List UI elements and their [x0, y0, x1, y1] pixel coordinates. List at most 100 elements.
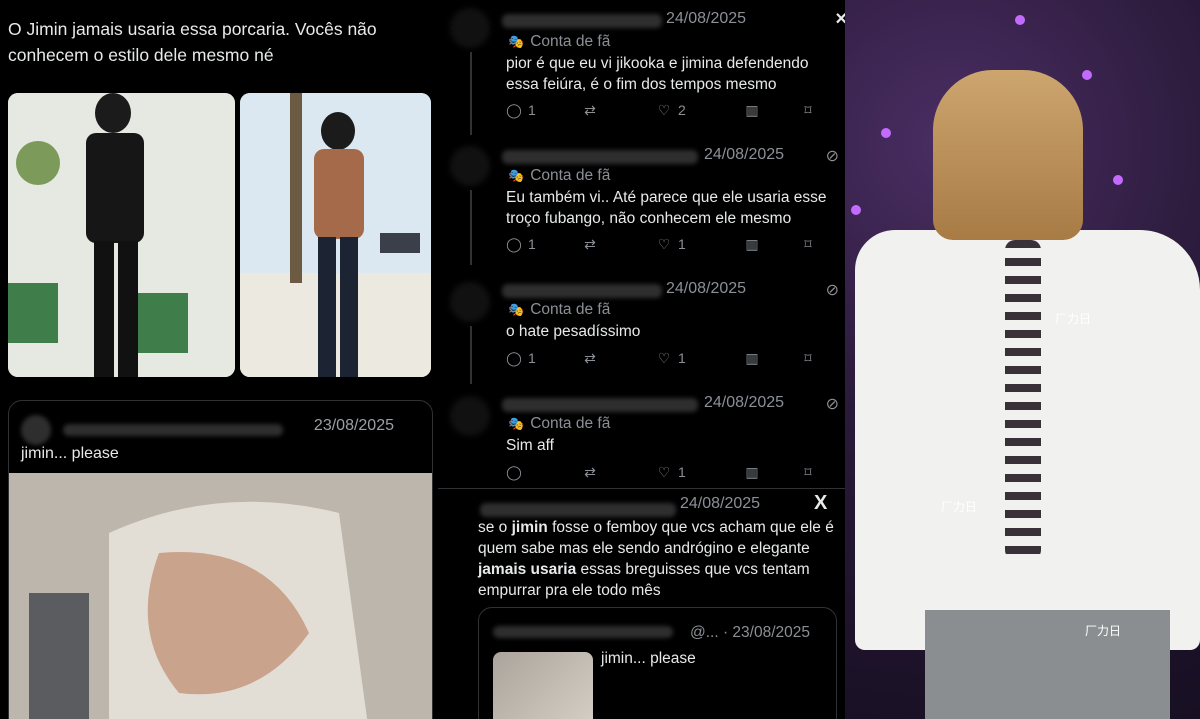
retweet-button[interactable]: ⇄: [582, 102, 604, 119]
shirt-slashed-back: [1005, 240, 1041, 560]
thread-line: [470, 326, 472, 384]
retweet-icon: ⇄: [584, 464, 596, 480]
views-icon: ▥: [745, 102, 759, 118]
mask-icon: 🎭: [508, 302, 525, 317]
embed-photo-thumbnail[interactable]: [493, 652, 593, 719]
concert-photo-panel: 厂力日 厂力日 厂力日: [845, 0, 1200, 719]
stage-light: [1082, 70, 1092, 80]
tweet-text: pior é que eu vi jikooka e jimina defend…: [506, 55, 809, 93]
author-blurred: [493, 626, 673, 638]
tweet-text: Eu também vi.. Até parece que ele usaria…: [506, 189, 827, 227]
bookmark-button[interactable]: ⌑: [800, 464, 822, 481]
like-button[interactable]: ♡ 1: [656, 464, 686, 481]
embedded-quoted-tweet[interactable]: @... · 23/08/2025 jimin... please: [478, 607, 837, 719]
retweet-button[interactable]: ⇄: [582, 464, 604, 481]
author-blurred: [480, 503, 676, 517]
mask-icon: 🎭: [508, 34, 525, 49]
quoted-tweet-card[interactable]: 23/08/2025 jimin... please: [8, 400, 433, 719]
views-button[interactable]: ▥: [744, 236, 766, 253]
tweet-actions: ◯ 1 ⇄ ♡ 1 ▥ ⌑: [506, 236, 845, 256]
retweet-icon: ⇄: [584, 102, 596, 118]
quoted-date: 23/08/2025: [313, 417, 394, 434]
bookmark-button[interactable]: ⌑: [800, 102, 822, 119]
avatar[interactable]: [450, 8, 490, 48]
photo-jimin-black-outfit[interactable]: [8, 93, 235, 377]
views-button[interactable]: ▥: [744, 102, 766, 119]
tweet-actions: ◯ ⇄ ♡ 1 ▥ ⌑: [506, 464, 845, 484]
embed-date: @... · 23/08/2025: [689, 624, 810, 641]
fan-account-label: 🎭 Conta de fã: [508, 167, 611, 184]
tweet-text: Sim aff: [506, 437, 554, 454]
grok-icon[interactable]: ⊘: [826, 394, 839, 414]
like-button[interactable]: ♡ 2: [656, 102, 686, 119]
bookmark-icon: ⌑: [804, 102, 812, 118]
left-screenshot-panel: O Jimin jamais usaria essa porcaria. Voc…: [0, 0, 438, 719]
reply-button[interactable]: ◯: [506, 464, 528, 481]
reply-tweet[interactable]: 24/08/2025 ⊘ 🎭 Conta de fã Sim aff ◯ ⇄ ♡ 1…: [438, 388, 845, 488]
tweet-date: 24/08/2025: [704, 146, 785, 163]
thread-line: [470, 190, 472, 265]
watermark: 厂力日: [1085, 624, 1122, 638]
author-blurred: [502, 150, 698, 164]
like-button[interactable]: ♡ 1: [656, 350, 686, 367]
thread-line: [470, 52, 472, 135]
retweet-button[interactable]: ⇄: [582, 236, 604, 253]
grey-pants: [925, 610, 1170, 719]
tweet-text: o hate pesadíssimo: [506, 323, 641, 340]
heart-icon: ♡: [657, 236, 671, 252]
reply-tweet[interactable]: 24/08/2025 ⊘ 🎭 Conta de fã Eu também vi..…: [438, 140, 845, 265]
avatar[interactable]: [450, 396, 490, 436]
bookmark-button[interactable]: ⌑: [800, 350, 822, 367]
reply-button[interactable]: ◯ 1: [506, 236, 536, 253]
stage-light: [851, 205, 861, 215]
author-blurred: [502, 398, 698, 412]
avatar[interactable]: [450, 282, 490, 322]
stage-light: [1015, 15, 1025, 25]
tweet-date: 24/08/2025: [666, 280, 747, 297]
x-logo-icon: X: [814, 492, 828, 514]
reply-tweet[interactable]: 24/08/2025 × 🎭 Conta de fã pior é que eu …: [438, 0, 845, 135]
reply-tweet[interactable]: 24/08/2025 ⊘ 🎭 Conta de fã o hate pesadís…: [438, 274, 845, 384]
reply-icon: ◯: [506, 102, 522, 118]
stage-light: [1113, 175, 1123, 185]
tweet-actions: ◯ 1 ⇄ ♡ 2 ▥ ⌑: [506, 102, 845, 122]
tweet-actions: ◯ 1 ⇄ ♡ 1 ▥ ⌑: [506, 350, 845, 370]
views-icon: ▥: [745, 350, 759, 366]
photo-jimin-brown-shirt[interactable]: [240, 93, 431, 377]
reply-button[interactable]: ◯ 1: [506, 102, 536, 119]
reply-button[interactable]: ◯ 1: [506, 350, 536, 367]
reply-icon: ◯: [506, 350, 522, 366]
grok-icon[interactable]: ⊘: [826, 280, 839, 300]
heart-icon: ♡: [657, 102, 671, 118]
tweet-text: se o jimin fosse o femboy que vcs acham …: [478, 519, 834, 599]
tweet-date: 24/08/2025: [680, 495, 761, 512]
avatar[interactable]: [450, 146, 490, 186]
retweet-button[interactable]: ⇄: [582, 350, 604, 367]
fan-account-label: 🎭 Conta de fã: [508, 33, 611, 50]
author-blurred: [502, 284, 662, 298]
retweet-icon: ⇄: [584, 350, 596, 366]
middle-replies-panel: 24/08/2025 × 🎭 Conta de fã pior é que eu …: [438, 0, 845, 719]
heart-icon: ♡: [657, 464, 671, 480]
mask-icon: 🎭: [508, 416, 525, 431]
views-icon: ▥: [745, 464, 759, 480]
watermark: 厂力日: [1055, 312, 1092, 326]
watermark: 厂力日: [941, 500, 978, 514]
views-button[interactable]: ▥: [744, 350, 766, 367]
views-icon: ▥: [745, 236, 759, 252]
close-icon[interactable]: ×: [835, 8, 845, 31]
blonde-hair: [933, 70, 1083, 240]
embed-text: jimin... please: [601, 650, 696, 667]
views-button[interactable]: ▥: [744, 464, 766, 481]
post-text: O Jimin jamais usaria essa porcaria. Voc…: [8, 19, 377, 65]
grok-icon[interactable]: ⊘: [826, 146, 839, 166]
quoted-text: jimin... please: [21, 445, 119, 462]
bookmark-icon: ⌑: [804, 236, 812, 252]
like-button[interactable]: ♡ 1: [656, 236, 686, 253]
quoted-photo-cutout-shirt[interactable]: [9, 473, 432, 719]
bookmark-icon: ⌑: [804, 464, 812, 480]
reply-icon: ◯: [506, 236, 522, 252]
fan-account-label: 🎭 Conta de fã: [508, 301, 611, 318]
bookmark-button[interactable]: ⌑: [800, 236, 822, 253]
heart-icon: ♡: [657, 350, 671, 366]
